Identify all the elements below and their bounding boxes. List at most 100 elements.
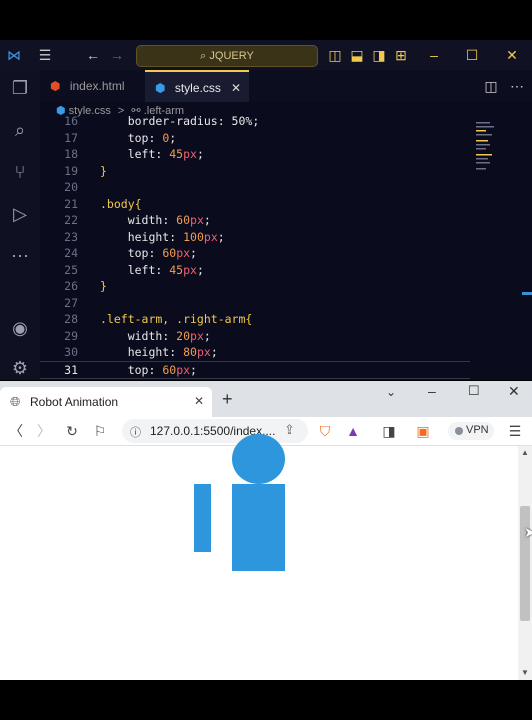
tab-index-html[interactable]: ⬢ index.html	[40, 70, 144, 102]
code-line[interactable]: 17 top: 0;	[40, 130, 470, 147]
code-line[interactable]: 19}	[40, 163, 470, 180]
code-editor[interactable]: 16 border-radius: 50%; 17 top: 0; 18 left:…	[40, 114, 520, 380]
code-token: px	[190, 328, 204, 343]
code-line[interactable]: 27	[40, 295, 470, 312]
line-number: 31	[64, 362, 78, 377]
toggle-secondary-sidebar-icon[interactable]: ◨	[370, 40, 388, 70]
source-control-icon[interactable]: ⑂	[0, 162, 40, 183]
more-actions-icon[interactable]: ⋯	[506, 70, 528, 102]
vpn-button[interactable]: VPN	[448, 422, 494, 440]
forward-icon[interactable]: 〉	[36, 417, 52, 445]
minimize-icon[interactable]: –	[428, 383, 436, 399]
code-token: height	[100, 345, 170, 359]
close-icon[interactable]: ✕	[502, 40, 522, 70]
back-icon[interactable]: 〈	[8, 417, 24, 445]
account-icon[interactable]: ◉	[0, 318, 40, 339]
css3-icon: ⬢	[155, 81, 166, 95]
code-token: ;	[203, 213, 211, 227]
sidebar-icon[interactable]: ◨	[380, 417, 398, 445]
line-number: 28	[64, 312, 78, 326]
editor-tab-bar: ⬢ index.html ⬢ style.css ✕ ◫ ⋯	[40, 70, 532, 102]
line-number: 21	[64, 196, 78, 211]
split-editor-icon[interactable]: ◫	[480, 70, 502, 102]
line-number: 17	[64, 130, 78, 145]
close-tab-icon[interactable]: ✕	[194, 394, 204, 408]
code-line[interactable]: 30 height: 80px;	[40, 344, 470, 361]
toggle-panel-icon[interactable]: ⬓	[348, 40, 366, 70]
line-number: 29	[64, 328, 78, 343]
code-line[interactable]: 24 top: 60px;	[40, 245, 470, 262]
reload-icon[interactable]: ↻	[64, 417, 80, 445]
code-line[interactable]: 26}	[40, 278, 470, 295]
share-icon[interactable]: ⇪	[284, 422, 295, 438]
code-token: .body{	[100, 196, 142, 211]
address-bar[interactable]: ⓘ 127.0.0.1:5500/index.... ⇪	[122, 419, 308, 443]
bookmark-icon[interactable]: ⚐	[92, 417, 108, 445]
code-token: ;	[210, 345, 218, 359]
code-token: :	[162, 213, 177, 227]
code-token: :	[148, 130, 163, 145]
robot-head	[232, 434, 285, 484]
code-line[interactable]: 20	[40, 179, 470, 196]
tab-label: style.css	[174, 81, 221, 95]
maximize-icon[interactable]: ☐	[468, 383, 480, 399]
code-line[interactable]: 16 border-radius: 50%;	[40, 113, 470, 130]
back-arrow-icon[interactable]: ←	[82, 40, 104, 70]
robot-body	[232, 484, 285, 571]
vpn-label: VPN	[466, 424, 489, 436]
code-line[interactable]: 21 .body{	[40, 196, 470, 213]
minimize-icon[interactable]: –	[424, 40, 444, 70]
browser-tab-title: Robot Animation	[30, 395, 119, 409]
page-scrollbar[interactable]: ▲ ▼	[518, 446, 532, 680]
line-number: 23	[64, 229, 78, 244]
code-line[interactable]: 25 left: 45px;	[40, 262, 470, 279]
customize-layout-icon[interactable]: ⊞	[392, 40, 410, 70]
code-token: :	[155, 262, 170, 277]
vscode-logo-icon: ⋈	[7, 47, 21, 63]
forward-arrow-icon[interactable]: →	[106, 40, 128, 70]
code-line[interactable]: 29 width: 20px;	[40, 328, 470, 345]
title-bar: ⋈ ☰ ← → ⌕ JQUERY ◫ ⬓ ◨ ⊞ – ☐ ✕	[0, 40, 532, 70]
tab-style-css[interactable]: ⬢ style.css ✕	[145, 70, 249, 102]
code-token: :	[148, 246, 163, 260]
editor-scrollbar[interactable]	[522, 292, 532, 295]
code-token: left	[100, 147, 156, 161]
more-icon[interactable]: ⋯	[0, 246, 40, 267]
code-token: }	[100, 279, 107, 293]
browser-window: 🌐︎ Robot Animation ✕ + ⌄ – ☐ ✕ 〈 〉 ↻ ⚐ ⓘ…	[0, 381, 532, 680]
maximize-icon[interactable]: ☐	[462, 40, 482, 70]
menu-icon[interactable]: ☰	[506, 417, 524, 445]
line-number: 27	[64, 295, 78, 310]
code-line[interactable]: 18 left: 45px;	[40, 146, 470, 163]
code-line[interactable]: 22 width: 60px;	[40, 212, 470, 229]
toggle-sidebar-icon[interactable]: ◫	[326, 40, 344, 70]
code-line[interactable]: 23 height: 100px;	[40, 229, 470, 246]
brave-rewards-icon[interactable]: ▲	[344, 417, 362, 445]
command-center-search[interactable]: ⌕ JQUERY	[136, 45, 318, 67]
code-token: ;	[196, 262, 204, 277]
close-tab-icon[interactable]: ✕	[231, 72, 241, 104]
code-token: ;	[169, 130, 177, 145]
brave-shields-icon[interactable]: ⛉	[316, 417, 334, 445]
code-token: ;	[217, 229, 225, 244]
new-tab-button[interactable]: +	[222, 389, 233, 409]
wallet-icon[interactable]: ▣	[414, 417, 432, 445]
tab-list-icon[interactable]: ⌄	[386, 385, 396, 399]
browser-tab[interactable]: 🌐︎ Robot Animation ✕	[0, 387, 212, 417]
code-line[interactable]: 31 top: 60px;	[40, 360, 470, 379]
scroll-down-icon[interactable]: ▼	[521, 668, 529, 677]
code-token: 60	[162, 246, 177, 260]
settings-gear-icon[interactable]: ⚙	[0, 358, 40, 379]
code-token: ;	[203, 328, 211, 343]
minimap[interactable]	[474, 120, 500, 180]
menu-icon[interactable]: ☰	[34, 40, 56, 70]
code-line[interactable]: 28 .left-arm, .right-arm{	[40, 311, 470, 328]
search-icon[interactable]: ⌕	[0, 120, 40, 141]
code-token: 45	[169, 147, 184, 161]
close-icon[interactable]: ✕	[508, 383, 520, 400]
vscode-window: ⋈ ☰ ← → ⌕ JQUERY ◫ ⬓ ◨ ⊞ – ☐ ✕ ❐ ⌕ ⑂ ▷ ⋯…	[0, 40, 532, 380]
scroll-up-icon[interactable]: ▲	[521, 448, 529, 457]
explorer-icon[interactable]: ❐	[0, 78, 40, 99]
code-token: 45	[169, 262, 184, 277]
run-debug-icon[interactable]: ▷	[0, 204, 40, 225]
